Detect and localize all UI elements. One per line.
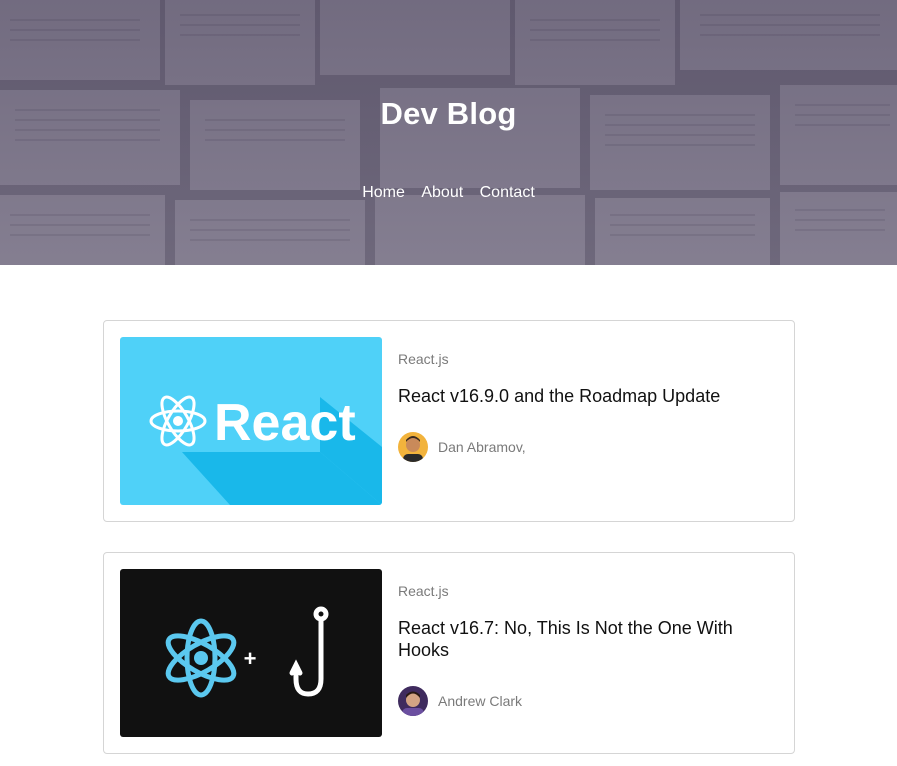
post-title[interactable]: React v16.7: No, This Is Not the One Wit… [398,617,758,661]
nav-link-about[interactable]: About [421,184,463,201]
post-category[interactable]: React.js [398,351,449,367]
hero-overlay [0,0,897,265]
post-card[interactable]: React React.js React v16.9.0 and the Roa… [103,320,795,522]
post-category[interactable]: React.js [398,583,449,599]
author-avatar [398,686,428,716]
react-plus-hook-image: + [120,569,382,737]
site-title: Dev Blog [380,96,517,131]
nav-link-contact[interactable]: Contact [480,184,535,201]
author-name: Andrew Clark [438,693,523,709]
post-thumbnail-react-hooks[interactable]: + [120,569,382,737]
react-logo-image: React [120,337,382,505]
post-title[interactable]: React v16.9.0 and the Roadmap Update [398,385,758,407]
hero-banner: Dev Blog Home About Contact [0,0,897,265]
post-author: Dan Abramov, [398,432,526,462]
author-avatar [398,432,428,462]
post-card[interactable]: + React.js React v16.7: No, This Is Not … [103,552,795,754]
post-author: Andrew Clark [398,686,522,716]
nav-link-home[interactable]: Home [362,184,405,201]
post-thumbnail-react[interactable]: React [120,337,382,505]
main-nav: Home About Contact [0,184,897,202]
author-name: Dan Abramov, [438,439,526,455]
thumbnail-text: React [214,394,356,452]
plus-symbol: + [244,646,257,671]
